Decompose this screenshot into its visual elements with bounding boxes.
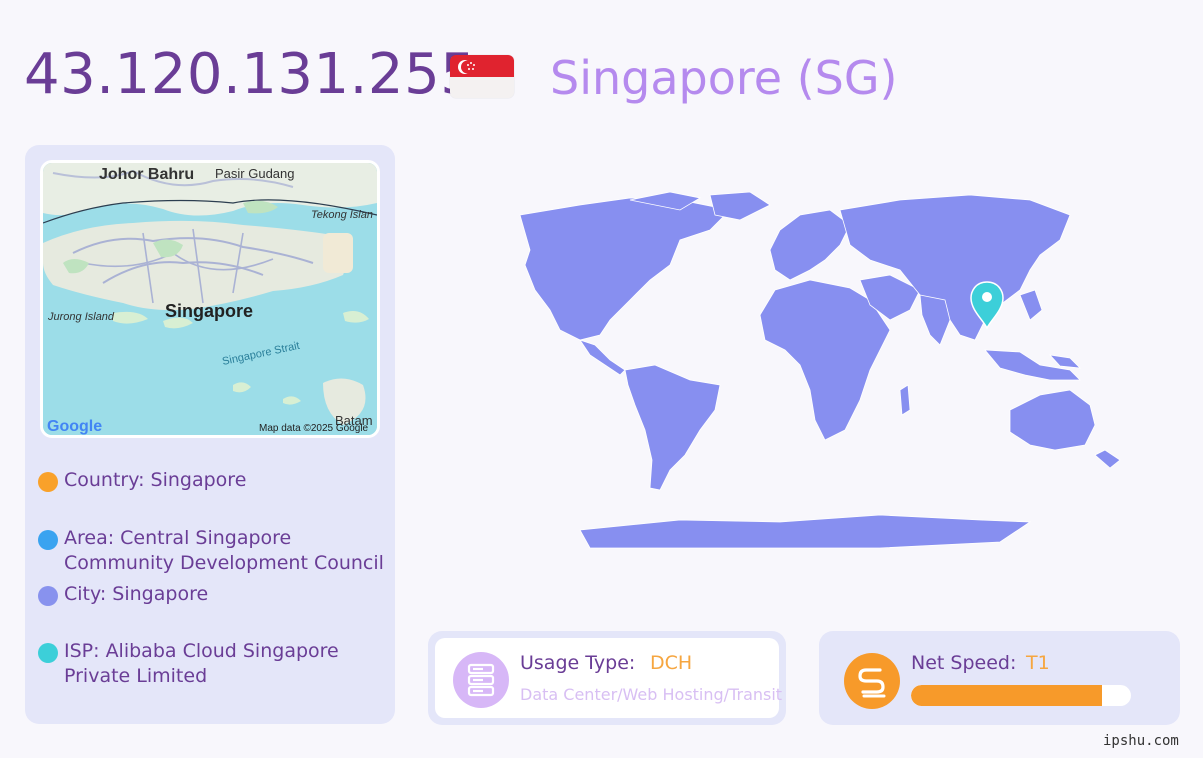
google-logo: Google: [47, 418, 102, 435]
site-footer[interactable]: ipshu.com: [1103, 733, 1179, 749]
net-speed-bar: [911, 685, 1131, 706]
map-label-johor-bahru: Johor Bahru: [99, 166, 194, 183]
speed-icon: [844, 653, 900, 709]
info-city-text: City: Singapore: [64, 583, 209, 605]
net-speed-label: Net Speed:: [911, 652, 1017, 674]
usage-type-value: DCH: [650, 652, 693, 674]
map-label-singapore: Singapore: [165, 301, 253, 321]
city-dot-icon: [38, 586, 58, 606]
info-area-text: Area: Central Singapore Community Develo…: [64, 527, 384, 574]
country-title: Singapore (SG): [550, 51, 898, 105]
info-country-text: Country: Singapore: [64, 469, 247, 491]
country-dot-icon: [38, 472, 58, 492]
usage-type-description: Data Center/Web Hosting/Transit: [520, 685, 783, 704]
map-label-jurong: Jurong Island: [47, 311, 115, 323]
net-speed-bar-fill: [911, 685, 1103, 706]
world-map: [430, 170, 1160, 570]
location-map[interactable]: Johor Bahru Pasir Gudang Tekong Islan Ju…: [40, 160, 380, 438]
map-attribution: Map data ©2025 Google: [259, 423, 369, 434]
net-speed-value: T1: [1026, 652, 1050, 674]
ip-address: 43.120.131.255: [24, 42, 477, 107]
isp-dot-icon: [38, 643, 58, 663]
map-label-pasir-gudang: Pasir Gudang: [215, 166, 295, 181]
info-isp-text: ISP: Alibaba Cloud Singapore Private Lim…: [64, 640, 339, 687]
map-label-tekong: Tekong Islan: [311, 209, 373, 221]
area-dot-icon: [38, 530, 58, 550]
singapore-flag-icon: [450, 55, 514, 98]
server-icon: [453, 652, 509, 708]
usage-type-label: Usage Type:: [520, 652, 636, 674]
